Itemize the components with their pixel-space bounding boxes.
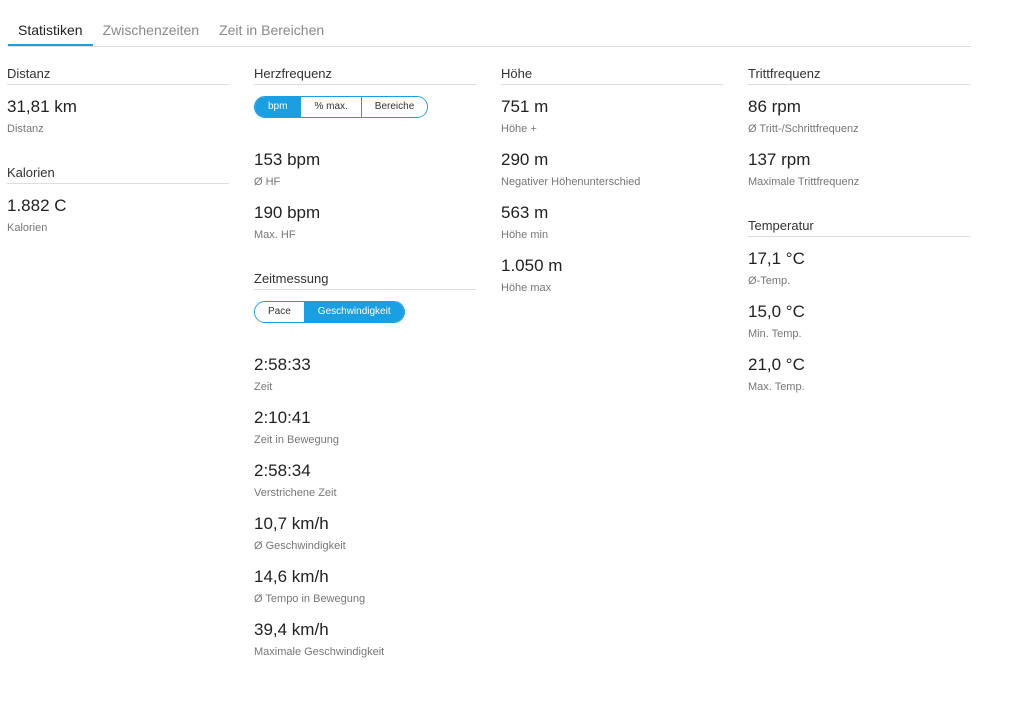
stat-value: 1.882 C	[7, 196, 67, 215]
stat-calories: 1.882 C Kalorien	[7, 195, 229, 248]
stat-avg-cadence: 86 rpm Ø Tritt-/Schrittfrequenz	[748, 96, 970, 149]
stat-elevation-loss: 290 m Negativer Höhenunterschied	[501, 149, 723, 202]
section-title-timing: Zeitmessung	[254, 271, 476, 290]
tab-bar: Statistiken Zwischenzeiten Zeit in Berei…	[8, 12, 971, 47]
stat-label: Zeit	[254, 381, 273, 393]
hr-toggle-zones[interactable]: Bereiche	[360, 97, 428, 117]
hr-unit-toggle: bpm % max. Bereiche	[254, 96, 429, 118]
stat-value: 190 bpm	[254, 203, 321, 222]
stat-avg-temp: 17,1 °C Ø-Temp.	[748, 248, 970, 301]
stat-label: Höhe max	[501, 282, 552, 294]
stat-max-temp: 21,0 °C Max. Temp.	[748, 354, 970, 407]
stat-label: Ø-Temp.	[748, 275, 791, 287]
stat-label: Kalorien	[7, 222, 48, 234]
stat-value: 1.050 m	[501, 256, 563, 275]
section-title-calories: Kalorien	[7, 165, 229, 184]
column-hr-timing: Herzfrequenz bpm % max. Bereiche 153 bpm…	[254, 66, 476, 672]
stat-label: Ø Tempo in Bewegung	[254, 593, 366, 605]
stat-label: Distanz	[7, 123, 44, 135]
stat-distance: 31,81 km Distanz	[7, 96, 229, 149]
stat-label: Max. Temp.	[748, 381, 805, 393]
stat-label: Min. Temp.	[748, 328, 802, 340]
stat-label: Ø Tritt-/Schrittfrequenz	[748, 123, 859, 135]
stat-value: 15,0 °C	[748, 302, 805, 321]
column-distance-calories: Distanz 31,81 km Distanz Kalorien 1.882 …	[7, 66, 229, 248]
stat-value: 137 rpm	[748, 150, 811, 169]
hr-toggle-bpm[interactable]: bpm	[255, 97, 301, 117]
stat-value: 86 rpm	[748, 97, 801, 116]
column-elevation: Höhe 751 m Höhe + 290 m Negativer Höhenu…	[501, 66, 723, 308]
stat-value: 751 m	[501, 97, 549, 116]
section-title-distance: Distanz	[7, 66, 229, 85]
stat-value: 2:58:33	[254, 355, 311, 374]
stat-moving-time: 2:10:41 Zeit in Bewegung	[254, 407, 476, 460]
stat-elapsed-time: 2:58:34 Verstrichene Zeit	[254, 460, 476, 513]
timing-toggle-pace[interactable]: Pace	[255, 302, 304, 322]
section-title-temperature: Temperatur	[748, 218, 970, 237]
stat-value: 153 bpm	[254, 150, 321, 169]
tab-zwischenzeiten[interactable]: Zwischenzeiten	[93, 12, 210, 46]
stat-value: 21,0 °C	[748, 355, 805, 374]
stat-value: 290 m	[501, 150, 549, 169]
timing-mode-toggle: Pace Geschwindigkeit	[254, 301, 405, 323]
section-title-cadence: Trittfrequenz	[748, 66, 970, 85]
stat-max-speed: 39,4 km/h Maximale Geschwindigkeit	[254, 619, 476, 672]
stat-value: 39,4 km/h	[254, 620, 329, 639]
stat-label: Maximale Geschwindigkeit	[254, 646, 385, 658]
section-title-elevation: Höhe	[501, 66, 723, 85]
stat-value: 10,7 km/h	[254, 514, 329, 533]
hr-toggle-percent-max[interactable]: % max.	[300, 97, 361, 117]
stat-value: 14,6 km/h	[254, 567, 329, 586]
stat-label: Höhe +	[501, 123, 537, 135]
stat-elevation-gain: 751 m Höhe +	[501, 96, 723, 149]
stat-time: 2:58:33 Zeit	[254, 354, 476, 407]
stat-value: 563 m	[501, 203, 549, 222]
tab-statistiken[interactable]: Statistiken	[8, 12, 93, 46]
stat-label: Max. HF	[254, 229, 296, 241]
stat-value: 2:58:34	[254, 461, 311, 480]
timing-toggle-speed[interactable]: Geschwindigkeit	[303, 302, 404, 322]
stat-min-temp: 15,0 °C Min. Temp.	[748, 301, 970, 354]
stat-avg-speed: 10,7 km/h Ø Geschwindigkeit	[254, 513, 476, 566]
stat-value: 17,1 °C	[748, 249, 805, 268]
stat-value: 31,81 km	[7, 97, 77, 116]
stat-label: Negativer Höhenunterschied	[501, 176, 641, 188]
stat-label: Maximale Trittfrequenz	[748, 176, 860, 188]
stat-label: Ø Geschwindigkeit	[254, 540, 346, 552]
section-title-heart-rate: Herzfrequenz	[254, 66, 476, 85]
column-cadence-temperature: Trittfrequenz 86 rpm Ø Tritt-/Schrittfre…	[748, 66, 970, 407]
stat-avg-moving-pace: 14,6 km/h Ø Tempo in Bewegung	[254, 566, 476, 619]
stat-elevation-min: 563 m Höhe min	[501, 202, 723, 255]
stat-label: Höhe min	[501, 229, 549, 241]
stat-label: Verstrichene Zeit	[254, 487, 337, 499]
stat-label: Ø HF	[254, 176, 281, 188]
tab-zeit-in-bereichen[interactable]: Zeit in Bereichen	[209, 12, 334, 46]
stat-avg-hr: 153 bpm Ø HF	[254, 149, 476, 202]
stat-value: 2:10:41	[254, 408, 311, 427]
stat-elevation-max: 1.050 m Höhe max	[501, 255, 723, 308]
stat-max-cadence: 137 rpm Maximale Trittfrequenz	[748, 149, 970, 202]
stat-label: Zeit in Bewegung	[254, 434, 339, 446]
stat-max-hr: 190 bpm Max. HF	[254, 202, 476, 255]
